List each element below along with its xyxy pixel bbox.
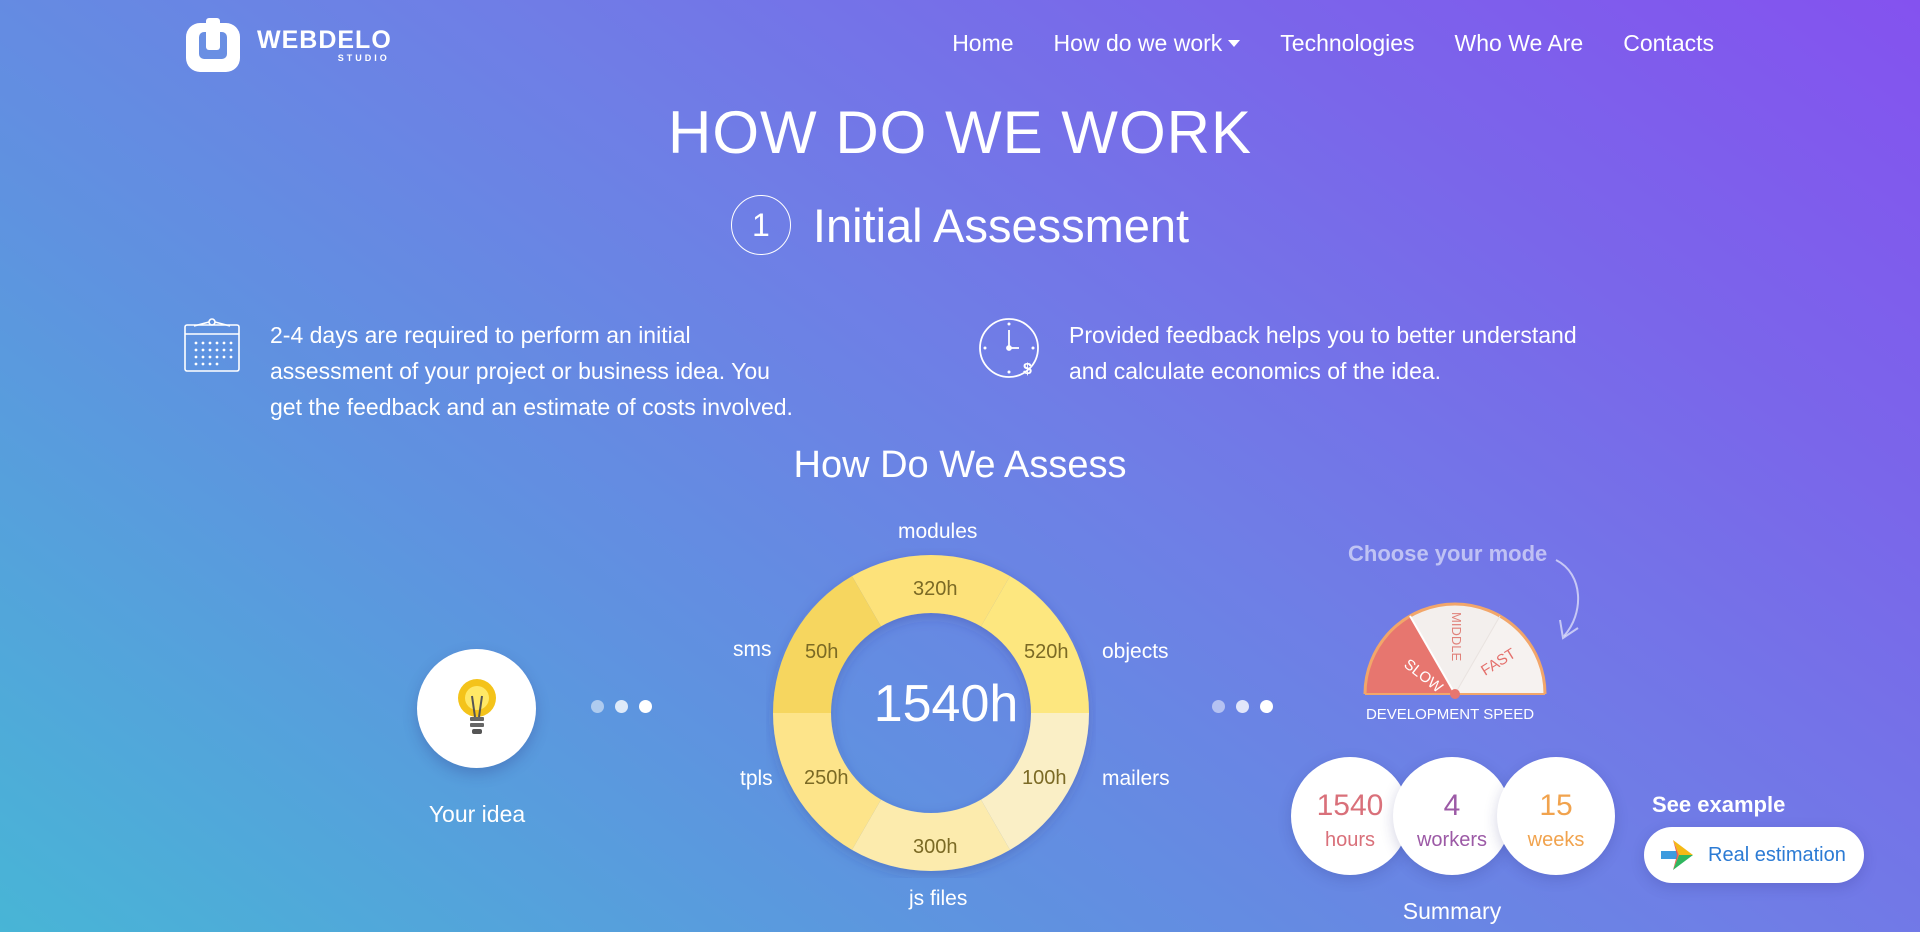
step-number: 1 [730,195,791,255]
nav-how-do-we-work[interactable]: How do we work [1054,30,1241,57]
svg-text:$: $ [1023,361,1032,378]
real-estimation-button[interactable]: Real estimation [1644,827,1864,883]
main-nav: Home How do we work Technologies Who We … [952,30,1714,57]
calendar-icon [184,318,240,372]
summary-weeks: 15 weeks [1497,757,1615,875]
donut-value-sms: 50h [805,641,839,663]
donut-label-mailers: mailers [1102,767,1170,790]
assess-title: How Do We Assess [793,444,1127,486]
mode-middle-text: MIDDLE [1449,612,1464,661]
nav-home[interactable]: Home [952,30,1013,57]
logo[interactable]: WEBDELO STUDIO [186,17,396,73]
donut-label-js-files: js files [909,887,968,910]
info-left-text: 2-4 days are required to perform an init… [270,322,793,420]
choose-mode-label: Choose your mode [1348,541,1548,566]
logo-subtitle: STUDIO [337,52,390,63]
donut-label-sms: sms [733,638,772,661]
donut-value-mailers: 100h [1022,767,1067,789]
summary-hours: 1540 hours [1291,757,1409,875]
real-estimation-label: Real estimation [1708,843,1846,866]
idea-label: Your idea [428,801,526,827]
step-heading: 1 Initial Assessment [0,195,1920,255]
see-example-label: See example [1652,792,1786,817]
donut-total: 1540h [873,675,1019,733]
nav-contacts[interactable]: Contacts [1623,30,1714,57]
donut-value-tpls: 250h [804,767,849,789]
step-title: Initial Assessment [812,198,1190,252]
logo-name: WEBDELO [257,25,392,54]
lightbulb-icon [457,678,496,734]
caret-down-icon [1228,40,1241,47]
donut-value-objects: 520h [1024,641,1069,663]
donut-label-objects: objects [1102,640,1169,663]
summary-label: Summary [1402,898,1502,924]
clock-dollar-icon: $ [979,318,1039,378]
nav-who-we-are[interactable]: Who We Are [1455,30,1584,57]
donut-label-tpls: tpls [740,767,773,790]
speed-gauge: SLOW MIDDLE FAST [1363,602,1547,699]
logo-mark-icon [186,18,240,72]
donut-label-modules: modules [898,520,978,543]
nav-technologies[interactable]: Technologies [1280,30,1414,57]
gauge-caption: DEVELOPMENT SPEED [1365,706,1535,723]
idea-circle[interactable] [417,649,536,768]
info-right-text: Provided feedback helps you to better un… [1069,322,1577,384]
arrow-right-icon [1661,840,1693,870]
summary-workers: 4 workers [1393,757,1511,875]
page-title: HOW DO WE WORK [668,99,1252,166]
donut-value-js-files: 300h [913,836,958,858]
donut-value-modules: 320h [913,578,958,600]
